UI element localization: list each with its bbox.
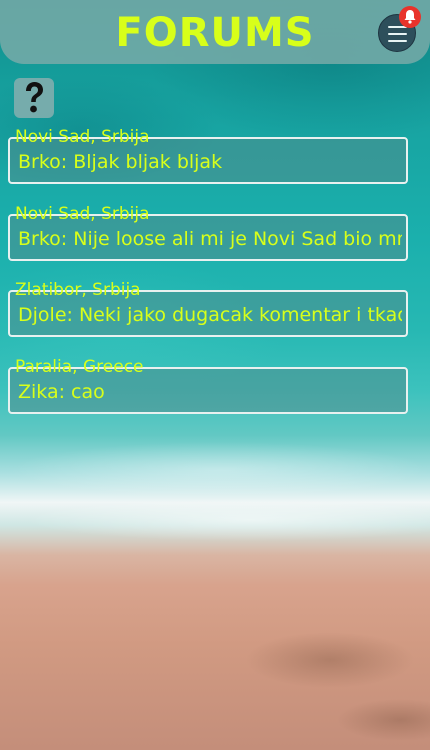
notification-button[interactable] bbox=[399, 6, 421, 28]
forum-last-message: Brko: Bljak bljak bljak bbox=[18, 151, 223, 173]
forum-last-message: Djole: Neki jako dugacak komentar i tkao bbox=[18, 304, 402, 326]
forum-item[interactable]: Novi Sad, Srbija Brko: Nije loose ali mi… bbox=[8, 205, 408, 261]
forum-location: Paralia, Greece bbox=[15, 357, 144, 377]
forum-last-message: Zika: cao bbox=[18, 381, 105, 403]
forum-location: Novi Sad, Srbija bbox=[15, 127, 150, 147]
forum-location: Zlatibor, Srbija bbox=[15, 280, 141, 300]
hamburger-icon-line bbox=[388, 33, 407, 35]
help-button[interactable] bbox=[14, 78, 54, 118]
forum-item[interactable]: Zlatibor, Srbija Djole: Neki jako dugaca… bbox=[8, 281, 408, 337]
hamburger-icon-line bbox=[388, 40, 407, 42]
forum-last-message: Brko: Nije loose ali mi je Novi Sad bio … bbox=[18, 228, 402, 250]
forum-item[interactable]: Novi Sad, Srbija Brko: Bljak bljak bljak bbox=[8, 128, 408, 184]
page-title: FORUMS bbox=[115, 10, 315, 56]
forum-item[interactable]: Paralia, Greece Zika: cao bbox=[8, 358, 408, 414]
forum-location: Novi Sad, Srbija bbox=[15, 204, 150, 224]
app-header: FORUMS bbox=[0, 0, 430, 64]
bell-icon bbox=[404, 10, 416, 24]
question-icon bbox=[26, 82, 43, 113]
